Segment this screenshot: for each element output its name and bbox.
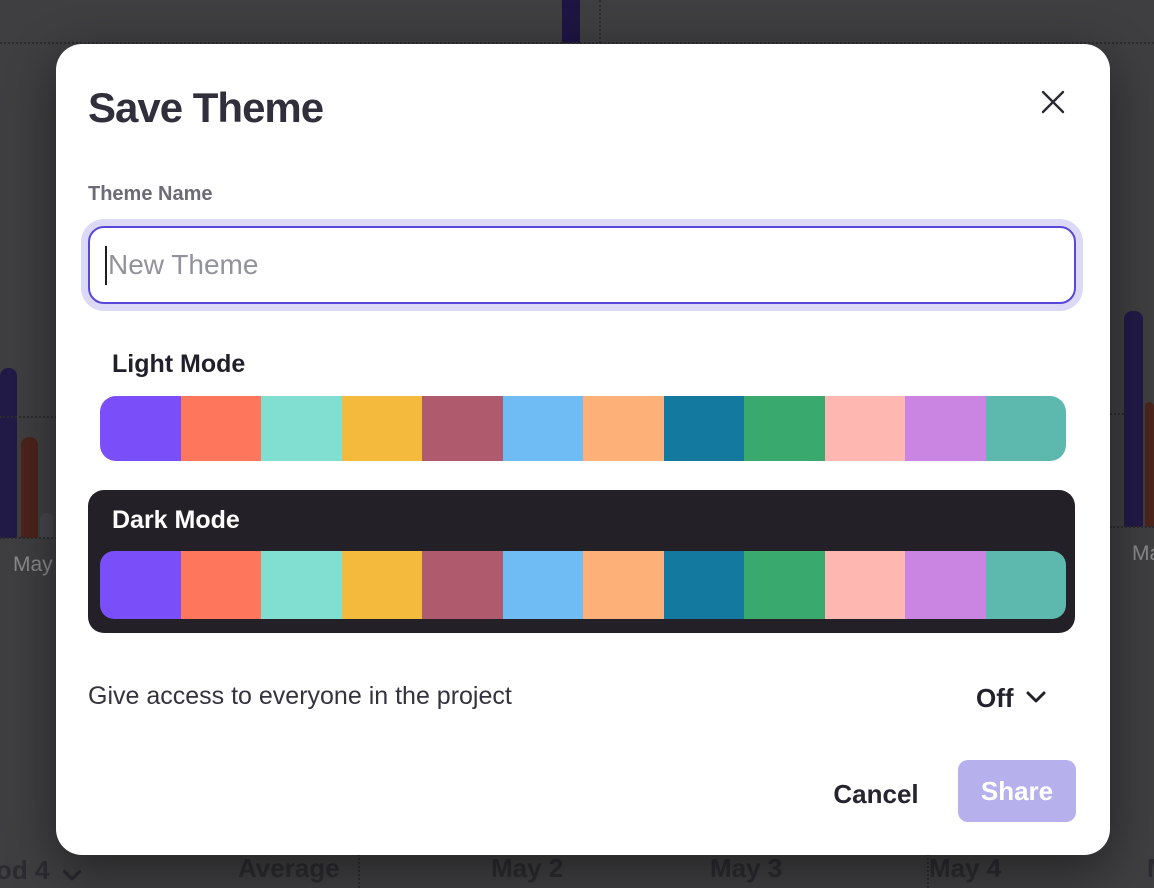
close-icon: [1040, 89, 1066, 118]
color-swatch: [261, 396, 342, 461]
axis-line: [0, 537, 57, 539]
gridline: [599, 0, 601, 43]
color-swatch: [422, 551, 503, 619]
close-button[interactable]: [1031, 81, 1075, 125]
color-swatch: [100, 551, 181, 619]
color-swatch: [503, 551, 584, 619]
save-theme-dialog: Save Theme Theme Name Light Mode Dark Mo…: [56, 44, 1110, 855]
color-swatch: [181, 551, 262, 619]
color-swatch: [583, 551, 664, 619]
gridline: [0, 416, 57, 418]
dark-mode-palette: [100, 551, 1066, 619]
color-swatch: [583, 396, 664, 461]
chevron-down-icon: [1026, 691, 1046, 706]
color-swatch: [664, 396, 745, 461]
color-swatch: [744, 396, 825, 461]
dark-mode-label: Dark Mode: [112, 506, 240, 535]
access-dropdown-value: Off: [976, 683, 1014, 714]
column-header-may5-partial: M: [1147, 853, 1154, 884]
chevron-down-icon: [63, 857, 81, 888]
axis-line: [1110, 526, 1154, 528]
light-mode-label: Light Mode: [112, 350, 245, 379]
column-header-may3: May 3: [710, 853, 782, 884]
color-swatch: [342, 396, 423, 461]
color-swatch: [422, 396, 503, 461]
theme-name-label: Theme Name: [88, 183, 213, 206]
chart-bar: [1124, 311, 1143, 527]
color-swatch: [100, 396, 181, 461]
color-swatch: [905, 396, 986, 461]
color-swatch: [261, 551, 342, 619]
column-header-average: Average: [238, 853, 340, 884]
chart-bar: [562, 0, 580, 43]
color-swatch: [905, 551, 986, 619]
color-swatch: [825, 396, 906, 461]
color-swatch: [342, 551, 423, 619]
access-dropdown[interactable]: Off: [976, 678, 1046, 718]
color-swatch: [825, 551, 906, 619]
chart-bar: [1145, 402, 1154, 527]
color-swatch: [986, 396, 1067, 461]
dark-mode-preview: Dark Mode: [88, 490, 1075, 633]
color-swatch: [503, 396, 584, 461]
chart-bar: [40, 513, 53, 538]
text-cursor: [105, 246, 107, 285]
share-button[interactable]: Share: [958, 760, 1076, 822]
gridline: [1110, 413, 1124, 415]
chart-bar: [0, 368, 17, 538]
column-header-may4: May 4: [929, 853, 1001, 884]
x-axis-label: May: [13, 553, 53, 577]
color-swatch: [744, 551, 825, 619]
dialog-title: Save Theme: [88, 84, 323, 132]
period-selector[interactable]: od 4: [0, 853, 81, 888]
theme-name-input[interactable]: [88, 226, 1076, 304]
x-axis-label: Ma: [1132, 542, 1154, 566]
access-label: Give access to everyone in the project: [88, 682, 512, 711]
light-mode-palette: [100, 396, 1066, 461]
color-swatch: [986, 551, 1067, 619]
color-swatch: [664, 551, 745, 619]
cancel-button[interactable]: Cancel: [816, 772, 936, 816]
period-selector-label: od 4: [0, 855, 49, 886]
column-header-may2: May 2: [491, 853, 563, 884]
chart-bar: [21, 437, 38, 538]
color-swatch: [181, 396, 262, 461]
